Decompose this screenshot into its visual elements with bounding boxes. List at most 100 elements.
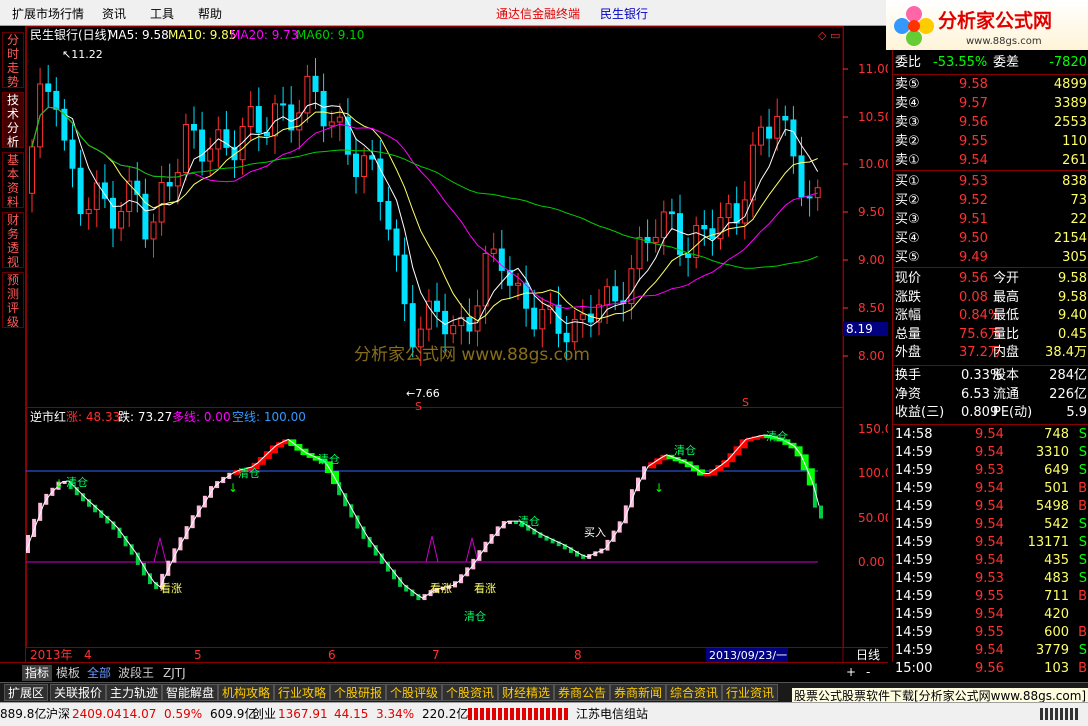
menu-item-news[interactable]: 资讯 — [102, 5, 126, 22]
sell-level-row: 卖⑤ 9.58 4899 — [893, 76, 1088, 94]
tab-fundamentals[interactable]: 基本资料 — [2, 152, 24, 209]
chart-corner-icons[interactable]: ◇ ▭ — [818, 29, 840, 42]
stat-row: 现价 9.56 今开 9.58 — [893, 270, 1088, 288]
status-station[interactable]: 江苏电信组站 — [576, 703, 648, 725]
status-index2-change: 14.07 — [122, 707, 157, 721]
info-tab[interactable]: 个股评级 — [386, 684, 443, 701]
period-label[interactable]: 日线 — [856, 648, 880, 662]
indicator-down-label: 跌: 73.27 — [118, 409, 172, 424]
zoom-out-icon[interactable]: - — [866, 665, 870, 679]
status-amount-2: 609.9亿 — [210, 707, 257, 721]
candle-body — [199, 129, 206, 162]
candle-body — [660, 211, 667, 238]
sell-signal-mark: S — [415, 400, 422, 413]
tick-row: 14:59 9.54 3310 S — [893, 444, 1088, 462]
candle-body — [77, 167, 84, 215]
tick-side: B — [1078, 625, 1087, 640]
info-tab[interactable]: 行业攻略 — [274, 684, 331, 701]
tick-volume: 501 — [1044, 481, 1069, 496]
main-y-tick: 10.00 — [858, 157, 888, 171]
logo-text: 分析家公式网 — [938, 10, 1053, 32]
tick-volume: 542 — [1044, 517, 1069, 532]
info-tab[interactable]: 财经精选 — [498, 684, 555, 701]
stat-value: 0.08 — [959, 289, 988, 305]
fund-label: 收益(三) — [895, 405, 945, 421]
x-axis: 2013年 4 5 6 7 8 — [30, 648, 582, 662]
stat-row: 涨幅 0.84% 最低 9.40 — [893, 307, 1088, 325]
chart-svg[interactable]: 民生银行(日线) MA5: 9.58 MA10: 9.85 MA20: 9.73… — [25, 26, 892, 662]
tick-time: 14:59 — [895, 535, 933, 550]
ma5-label: MA5: 9.58 — [108, 28, 169, 42]
tab-all[interactable]: 全部 — [84, 665, 114, 681]
candle-body — [409, 303, 416, 348]
tab-forecast[interactable]: 预测评级 — [2, 272, 24, 329]
tick-side: S — [1078, 445, 1087, 460]
app-title: 通达信金融终端 — [496, 7, 581, 21]
candle-body — [733, 203, 740, 224]
sell-level-row: 卖③ 9.56 2553 — [893, 114, 1088, 132]
tab-bodaowang[interactable]: 波段王 — [115, 665, 157, 681]
tab-financials[interactable]: 财务透视 — [2, 212, 24, 269]
chart-area[interactable]: 民生银行(日线) MA5: 9.58 MA10: 9.85 MA20: 9.73… — [25, 26, 892, 662]
tick-time: 14:59 — [895, 517, 933, 532]
menu-item-market[interactable]: 扩展市场行情 — [12, 5, 84, 22]
fund-label: 换手 — [895, 368, 922, 383]
stat-value: 9.40 — [1058, 308, 1087, 324]
logo-url: www.88gs.com — [966, 36, 1042, 47]
status-index3-name[interactable]: 创业 — [252, 703, 276, 725]
x-axis-month: 7 — [432, 648, 440, 662]
candle-body — [174, 172, 181, 187]
stat-value: 0.45 — [1058, 326, 1087, 342]
info-tab[interactable]: 关联报价 — [50, 684, 107, 701]
tab-template[interactable]: 模板 — [53, 665, 83, 681]
info-tab[interactable]: 智能解盘 — [162, 684, 219, 701]
stat-label: 涨跌 — [895, 289, 922, 305]
info-tab[interactable]: 个股研报 — [330, 684, 387, 701]
candle-body — [685, 253, 692, 258]
signal-buy: 买入 — [584, 526, 606, 539]
candle-body — [280, 103, 287, 106]
stat-label: 量比 — [993, 326, 1020, 342]
info-tab[interactable]: 主力轨迹 — [106, 684, 163, 701]
buy-level-price: 9.52 — [959, 193, 988, 208]
current-price-label: 8.19 — [846, 322, 873, 336]
indicator-short-label: 空线: 100.00 — [232, 410, 306, 424]
candle-body — [668, 211, 675, 215]
info-tab[interactable]: 机构攻略 — [218, 684, 275, 701]
candlesticks — [29, 58, 821, 366]
info-tab[interactable]: 综合资讯 — [666, 684, 723, 701]
indicator-name: 逆市红 — [30, 409, 66, 424]
tab-zjtj[interactable]: ZJTJ — [160, 665, 189, 681]
menu-item-tools[interactable]: 工具 — [150, 5, 174, 22]
info-tab[interactable]: 券商新闻 — [610, 684, 667, 701]
tick-side: B — [1078, 499, 1087, 514]
stat-label: 现价 — [895, 271, 922, 286]
buy-level-price: 9.49 — [959, 250, 988, 265]
signal-qingcang: 清仓 — [518, 514, 540, 528]
info-tab[interactable]: 扩展区 — [4, 684, 49, 701]
tick-time: 14:59 — [895, 463, 933, 478]
indicator-long-label: 多线: 0.00 — [172, 410, 231, 424]
buy-level-row: 买③ 9.51 22 — [893, 211, 1088, 229]
tick-row: 14:59 9.54 13171 S — [893, 534, 1088, 552]
candle-body — [766, 126, 773, 139]
stat-label: 总量 — [895, 326, 922, 342]
tick-row: 14:59 9.54 5498 B — [893, 498, 1088, 516]
info-tab[interactable]: 券商公告 — [554, 684, 611, 701]
status-index2-name[interactable]: 沪深 — [46, 703, 70, 725]
tick-side: S — [1078, 535, 1087, 550]
candle-body — [693, 224, 700, 258]
buy-level-row: 买④ 9.50 2154 — [893, 230, 1088, 248]
tab-technical[interactable]: 技术分析 — [2, 92, 24, 149]
candle-body — [749, 144, 756, 201]
info-tab[interactable]: 个股资讯 — [442, 684, 499, 701]
tab-intraday[interactable]: 分时走势 — [2, 32, 24, 89]
site-logo: 分析家公式网 www.88gs.com — [886, 0, 1088, 50]
zoom-in-icon[interactable]: + — [846, 665, 856, 679]
candle-body — [774, 115, 781, 139]
candle-body — [555, 304, 562, 334]
menu-item-help[interactable]: 帮助 — [198, 5, 222, 22]
tick-row: 14:59 9.53 483 S — [893, 570, 1088, 588]
info-tab[interactable]: 行业资讯 — [722, 684, 779, 701]
tab-indicator[interactable]: 指标 — [22, 665, 53, 681]
